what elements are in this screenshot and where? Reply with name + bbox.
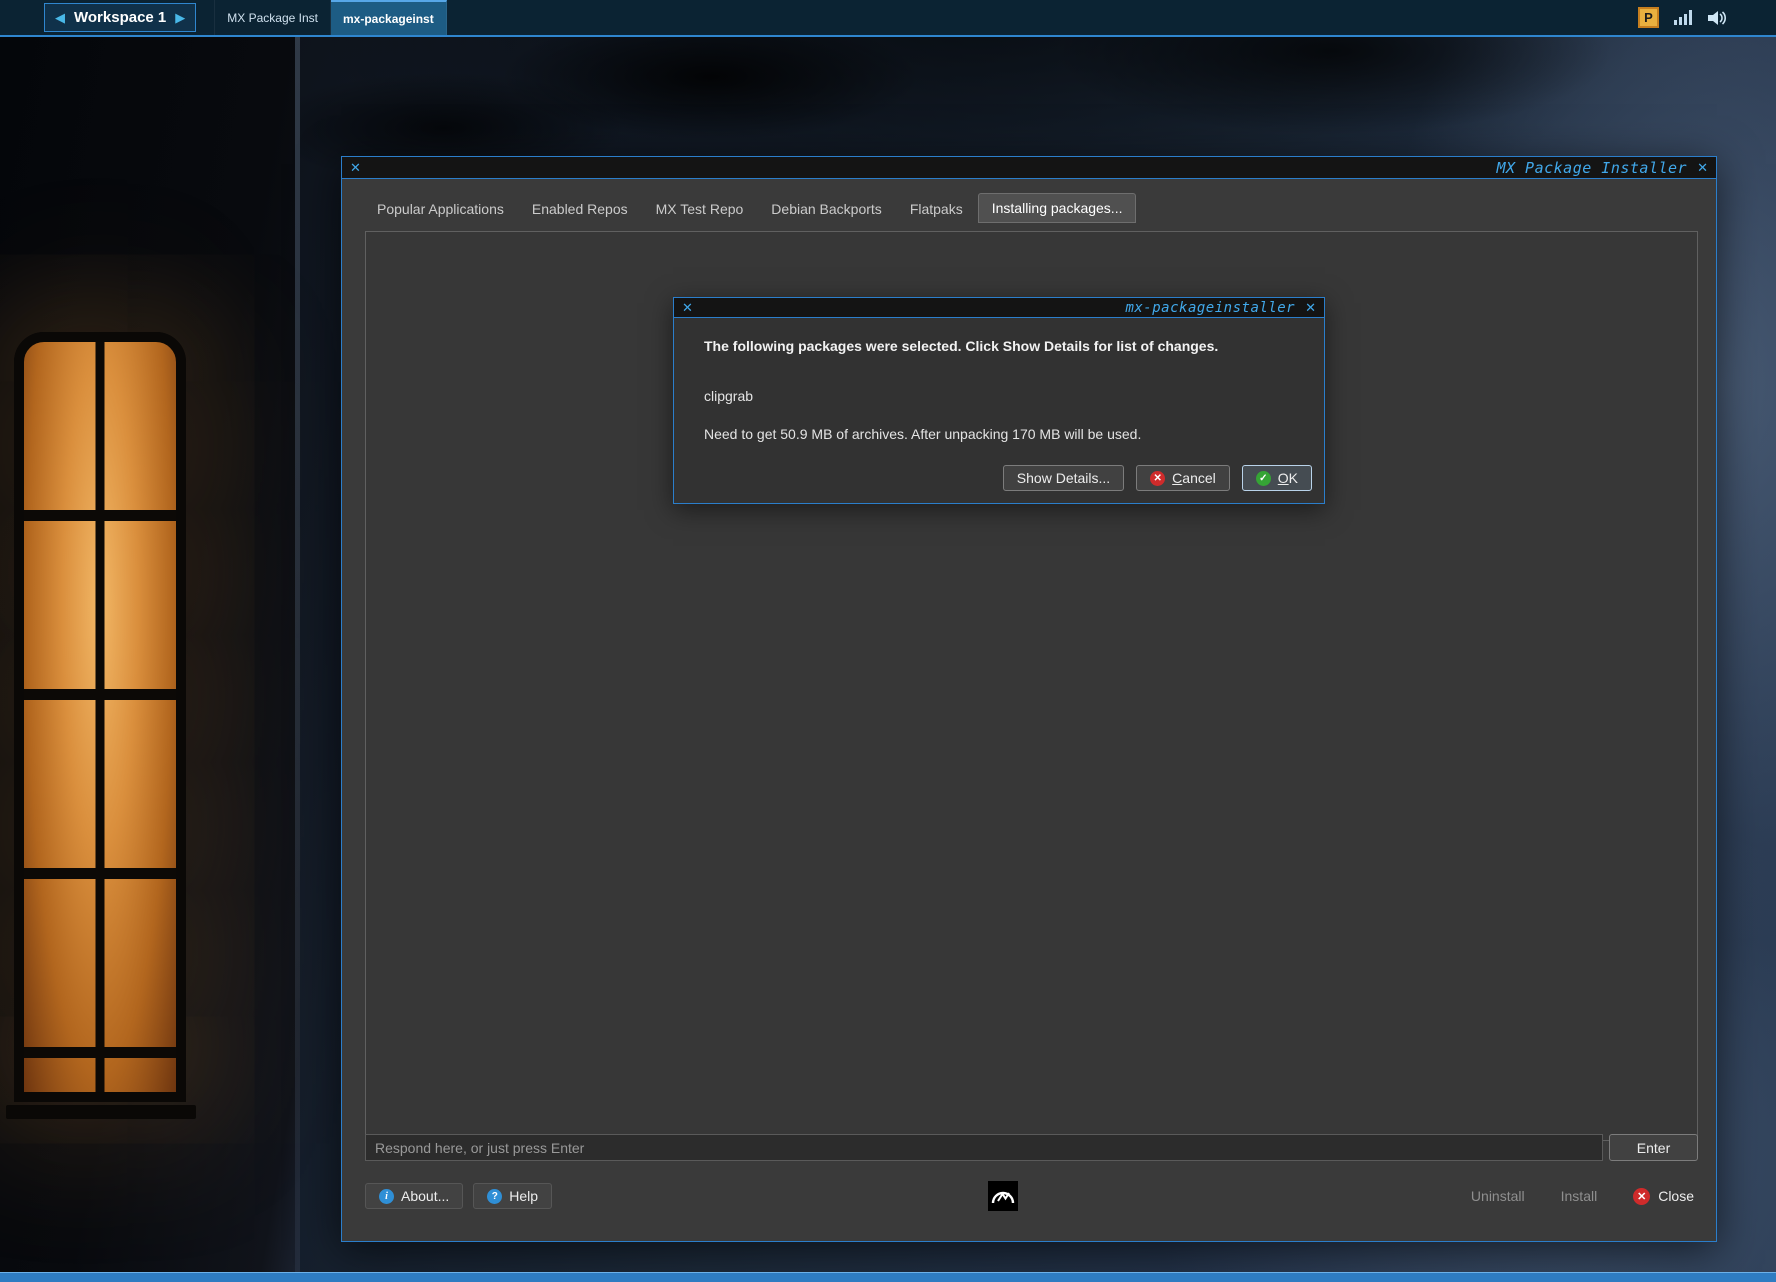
- show-details-label: Show Details...: [1016, 470, 1111, 486]
- ok-label: OK: [1277, 470, 1298, 486]
- help-label: Help: [509, 1188, 539, 1204]
- info-icon: i: [379, 1188, 394, 1204]
- workspace-label: Workspace 1: [74, 9, 167, 26]
- wallpaper-window-sill: [6, 1105, 196, 1119]
- volume-icon[interactable]: [1707, 9, 1728, 27]
- tab-bar: Popular Applications Enabled Repos MX Te…: [364, 191, 1137, 223]
- tab-mx-test-repo[interactable]: MX Test Repo: [643, 195, 757, 223]
- bottom-screen-strip: [0, 1272, 1776, 1282]
- dialog-message: The following packages were selected. Cl…: [704, 338, 1219, 354]
- cancel-x-icon: ✕: [1150, 470, 1166, 486]
- install-button[interactable]: Install: [1557, 1183, 1602, 1209]
- respond-input[interactable]: [365, 1134, 1603, 1161]
- dialog-button-row: Show Details... ✕ Cancel ✓ OK: [1002, 465, 1312, 491]
- wallpaper-house-edge: [295, 37, 300, 1282]
- workspace-next-icon[interactable]: ▶: [175, 11, 185, 24]
- window-title: MX Package Installer: [1496, 158, 1688, 177]
- about-label: About...: [401, 1188, 450, 1204]
- taskbar-item-label: MX Package Inst: [227, 10, 318, 25]
- tab-flatpaks[interactable]: Flatpaks: [897, 195, 976, 223]
- close-label: Close: [1658, 1188, 1694, 1204]
- ok-button[interactable]: ✓ OK: [1241, 465, 1312, 491]
- network-signal-icon[interactable]: [1674, 10, 1692, 25]
- tab-popular-applications[interactable]: Popular Applications: [364, 195, 517, 223]
- install-label: Install: [1560, 1188, 1598, 1204]
- close-button[interactable]: ✕ Close: [1629, 1183, 1698, 1209]
- help-button[interactable]: ? Help: [473, 1183, 553, 1209]
- tab-enabled-repos[interactable]: Enabled Repos: [519, 195, 641, 223]
- window-close-left-icon[interactable]: ✕: [350, 161, 361, 174]
- enter-button[interactable]: Enter: [1609, 1134, 1698, 1161]
- enter-label: Enter: [1636, 1139, 1671, 1156]
- terminal-output-area: ✕ mx-packageinstaller ✕ The following pa…: [365, 231, 1698, 1141]
- cancel-button[interactable]: ✕ Cancel: [1136, 465, 1230, 491]
- mx-package-installer-window: ✕ MX Package Installer ✕ Popular Applica…: [341, 156, 1717, 1242]
- cancel-label: Cancel: [1172, 470, 1216, 486]
- toolbar-right-group: Uninstall Install ✕ Close: [1467, 1183, 1698, 1209]
- package-confirmation-dialog: ✕ mx-packageinstaller ✕ The following pa…: [673, 297, 1325, 504]
- taskbar-item-label: mx-packageinst: [343, 11, 434, 26]
- taskbar-item-mx-package-installer[interactable]: MX Package Inst: [214, 0, 331, 35]
- window-titlebar: ✕ MX Package Installer ✕: [342, 157, 1716, 179]
- package-installer-tray-icon[interactable]: P: [1638, 7, 1659, 28]
- workspace-prev-icon[interactable]: ◀: [55, 11, 65, 24]
- mx-packageinstaller-logo-icon: [988, 1181, 1018, 1211]
- dialog-close-left-icon[interactable]: ✕: [682, 301, 693, 314]
- window-close-icon[interactable]: ✕: [1697, 161, 1708, 174]
- help-question-icon: ?: [487, 1188, 503, 1204]
- dialog-titlebar: ✕ mx-packageinstaller ✕: [674, 298, 1324, 318]
- about-button[interactable]: i About...: [365, 1183, 464, 1209]
- wallpaper-lit-window: [14, 332, 186, 1102]
- uninstall-button[interactable]: Uninstall: [1467, 1183, 1529, 1209]
- selected-package-name: clipgrab: [704, 388, 754, 404]
- taskbar: ◀ Workspace 1 ▶ MX Package Inst mx-packa…: [0, 0, 1776, 37]
- dialog-title: mx-packageinstaller: [1125, 299, 1296, 316]
- tab-installing-packages[interactable]: Installing packages...: [977, 193, 1137, 223]
- bottom-toolbar: i About... ? Help Uninstall Install ✕ Cl…: [365, 1179, 1698, 1213]
- taskbar-item-mx-packageinstaller-dialog[interactable]: mx-packageinst: [331, 0, 447, 35]
- dialog-close-icon[interactable]: ✕: [1305, 301, 1316, 314]
- download-size-info: Need to get 50.9 MB of archives. After u…: [704, 426, 1142, 442]
- close-x-icon: ✕: [1633, 1187, 1651, 1205]
- tab-debian-backports[interactable]: Debian Backports: [758, 195, 895, 223]
- workspace-switcher[interactable]: ◀ Workspace 1 ▶: [44, 3, 197, 32]
- uninstall-label: Uninstall: [1470, 1188, 1525, 1204]
- dialog-body: The following packages were selected. Cl…: [674, 318, 1324, 503]
- ok-check-icon: ✓: [1255, 470, 1271, 486]
- show-details-button[interactable]: Show Details...: [1002, 465, 1125, 491]
- system-tray: P: [1638, 0, 1728, 35]
- wallpaper-house: [0, 37, 300, 1282]
